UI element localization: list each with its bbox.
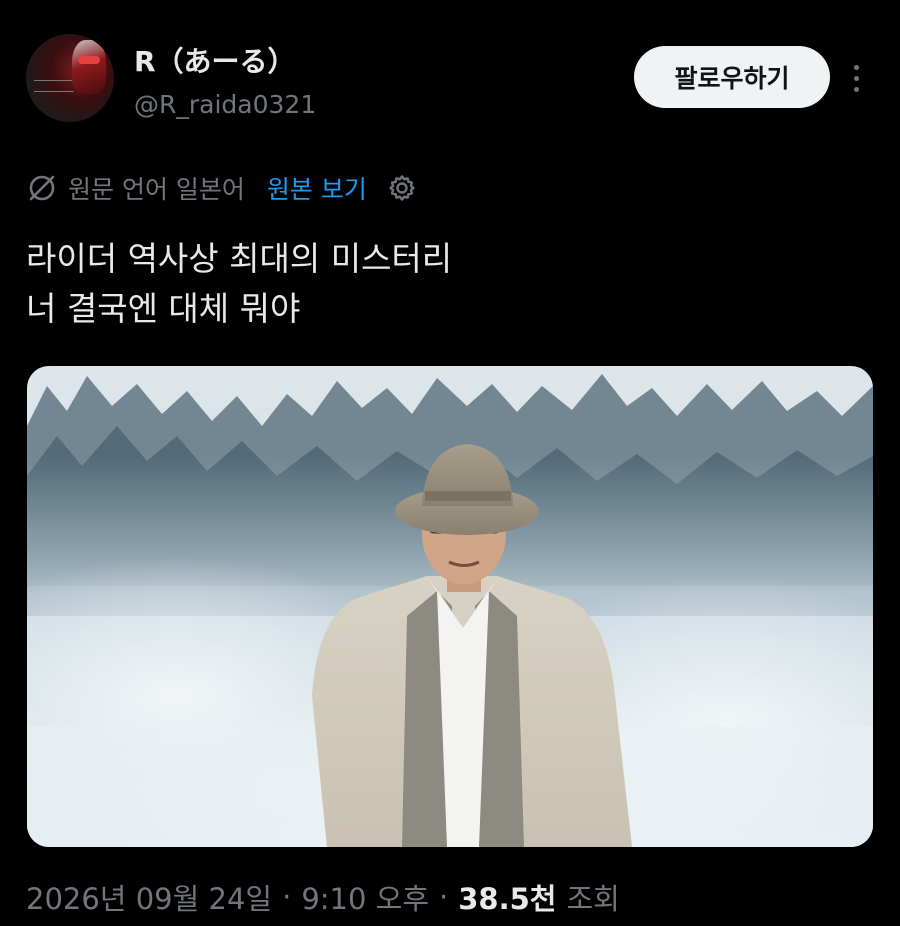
tweet-header: R（あーる） @R_raida0321 팔로우하기	[26, 34, 874, 124]
tweet-date[interactable]: 2026년 09월 24일	[26, 876, 272, 918]
meta-separator: ·	[439, 880, 449, 914]
avatar[interactable]	[26, 34, 114, 122]
tweet-detail: R（あーる） @R_raida0321 팔로우하기 원문 언어 일본어 원본 보…	[0, 0, 900, 926]
media-photo	[27, 366, 873, 847]
tweet-metadata: 2026년 09월 24일 · 9:10 오후 · 38.5천 조회	[26, 872, 620, 922]
tweet-time[interactable]: 9:10 오후	[301, 876, 429, 918]
avatar-helmet-image	[72, 40, 106, 94]
translation-source-text: 원문 언어 일본어	[68, 175, 245, 204]
translate-off-icon	[29, 175, 55, 201]
more-dot	[853, 86, 859, 92]
view-count[interactable]: 38.5천	[458, 876, 556, 918]
tweet-text-line: 너 결국엔 대체 뭐야	[26, 289, 301, 328]
more-options-icon[interactable]	[844, 58, 868, 98]
display-name[interactable]: R（あーる）	[134, 40, 296, 80]
meta-separator: ·	[282, 880, 292, 914]
avatar-helmet-eye	[78, 56, 100, 64]
user-handle[interactable]: @R_raida0321	[134, 90, 316, 119]
translation-bar: 원문 언어 일본어 원본 보기	[26, 168, 417, 208]
tweet-text: 라이더 역사상 최대의 미스터리 너 결국엔 대체 뭐야	[26, 234, 866, 334]
view-count-label: 조회	[566, 882, 620, 916]
tweet-media-image[interactable]	[27, 366, 873, 847]
more-dot	[853, 75, 859, 81]
gear-icon[interactable]	[387, 173, 417, 203]
show-original-link[interactable]: 원본 보기	[267, 170, 367, 206]
more-dot	[853, 64, 859, 70]
follow-button[interactable]: 팔로우하기	[634, 46, 830, 108]
tweet-text-line: 라이더 역사상 최대의 미스터리	[26, 239, 453, 278]
avatar-caption-decoration	[34, 80, 74, 92]
